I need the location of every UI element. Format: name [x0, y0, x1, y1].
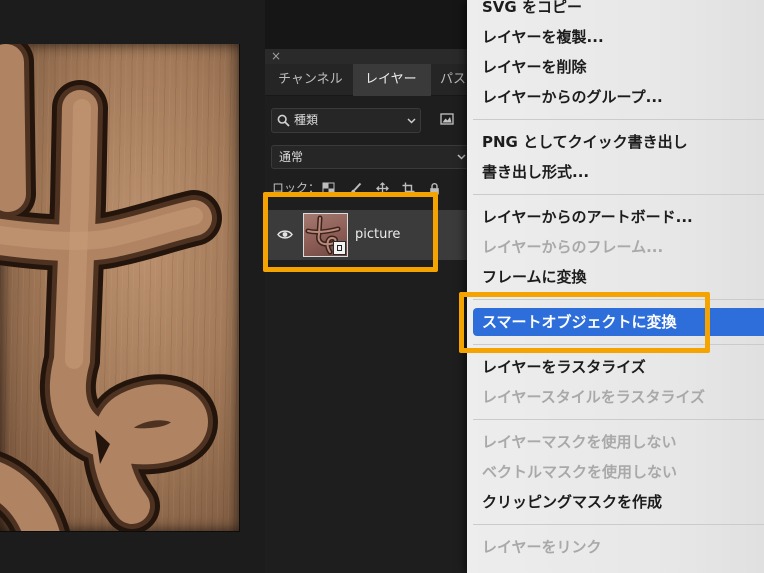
menu-item-export-as[interactable]: 書き出し形式...	[467, 157, 764, 187]
menu-separator	[467, 112, 764, 127]
layer-context-menu: SVG をコピー レイヤーを複製... レイヤーを削除 レイヤーからのグループ.…	[467, 0, 764, 573]
layer-row-picture[interactable]: picture	[265, 210, 467, 260]
close-icon[interactable]: ×	[269, 49, 283, 64]
carved-character-drawing	[0, 44, 222, 531]
menu-item-artboard-from-layers[interactable]: レイヤーからのアートボード...	[467, 202, 764, 232]
search-icon	[277, 114, 290, 127]
lock-row: ロック：	[265, 180, 467, 197]
menu-item-rasterize-layer-style: レイヤースタイルをラスタライズ	[482, 388, 706, 406]
menu-item-disable-layer-mask: レイヤーマスクを使用しない	[482, 433, 677, 451]
menu-item-duplicate-layer[interactable]: レイヤーを複製...	[467, 22, 764, 52]
menu-separator	[467, 412, 764, 427]
character-stroke	[0, 44, 26, 212]
blend-mode-value: 通常	[279, 150, 304, 164]
lock-label: ロック：	[272, 181, 321, 195]
menu-separator	[467, 292, 764, 307]
menu-item-rasterize-layer[interactable]: レイヤーをラスタライズ	[467, 352, 764, 382]
tab-channels[interactable]: チャンネル	[268, 64, 353, 96]
menu-item-delete-layer[interactable]: レイヤーを削除	[467, 52, 764, 82]
layer-thumbnail[interactable]	[303, 213, 348, 257]
menu-item-frame-from-layers: レイヤーからのフレーム...	[482, 238, 664, 256]
menu-item-convert-to-frame[interactable]: フレームに変換	[467, 262, 764, 292]
panel-header: ×	[265, 49, 467, 64]
transparency-lock-icon[interactable]	[322, 182, 335, 195]
tab-layers[interactable]: レイヤー	[353, 64, 431, 96]
tab-paths[interactable]: パス	[431, 64, 467, 96]
lock-all-icon[interactable]	[428, 182, 441, 195]
chevron-down-icon	[457, 154, 466, 160]
brush-lock-icon[interactable]	[349, 182, 362, 195]
pixel-layer-filter-icon[interactable]	[440, 113, 454, 125]
menu-separator	[467, 187, 764, 202]
menu-item-link-layers: レイヤーをリンク	[482, 538, 602, 556]
menu-item-quick-export-png[interactable]: PNG としてクイック書き出し	[467, 127, 764, 157]
menu-item-group-from-layers[interactable]: レイヤーからのグループ...	[467, 82, 764, 112]
menu-item-disable-vector-mask: ベクトルマスクを使用しない	[482, 463, 678, 481]
move-lock-icon[interactable]	[376, 182, 389, 195]
menu-item-convert-to-smart-object[interactable]: スマートオブジェクトに変換	[473, 308, 764, 336]
filter-kind-value: 種類	[294, 113, 319, 127]
menu-item-create-clipping-mask[interactable]: クリッピングマスクを作成	[467, 487, 764, 517]
menu-separator	[467, 337, 764, 352]
artwork-image	[0, 44, 240, 532]
canvas-area[interactable]	[0, 0, 265, 573]
menu-list: SVG をコピー レイヤーを複製... レイヤーを削除 レイヤーからのグループ.…	[467, 0, 764, 562]
artboard-lock-icon[interactable]	[402, 182, 415, 195]
blend-mode-dropdown[interactable]: 通常	[271, 145, 467, 169]
menu-separator	[467, 517, 764, 532]
layer-name[interactable]: picture	[355, 210, 400, 260]
chevron-down-icon	[407, 118, 416, 124]
panel-tabs: チャンネル レイヤー パス	[265, 64, 467, 96]
eye-visibility-icon[interactable]	[277, 229, 293, 240]
layers-panel: × チャンネル レイヤー パス 種類 通常 ロック： picture	[265, 49, 467, 573]
layer-filter-dropdown[interactable]: 種類	[271, 108, 421, 133]
layer-badge-icon	[333, 241, 346, 255]
menu-item-copy-svg[interactable]: SVG をコピー	[467, 0, 764, 22]
